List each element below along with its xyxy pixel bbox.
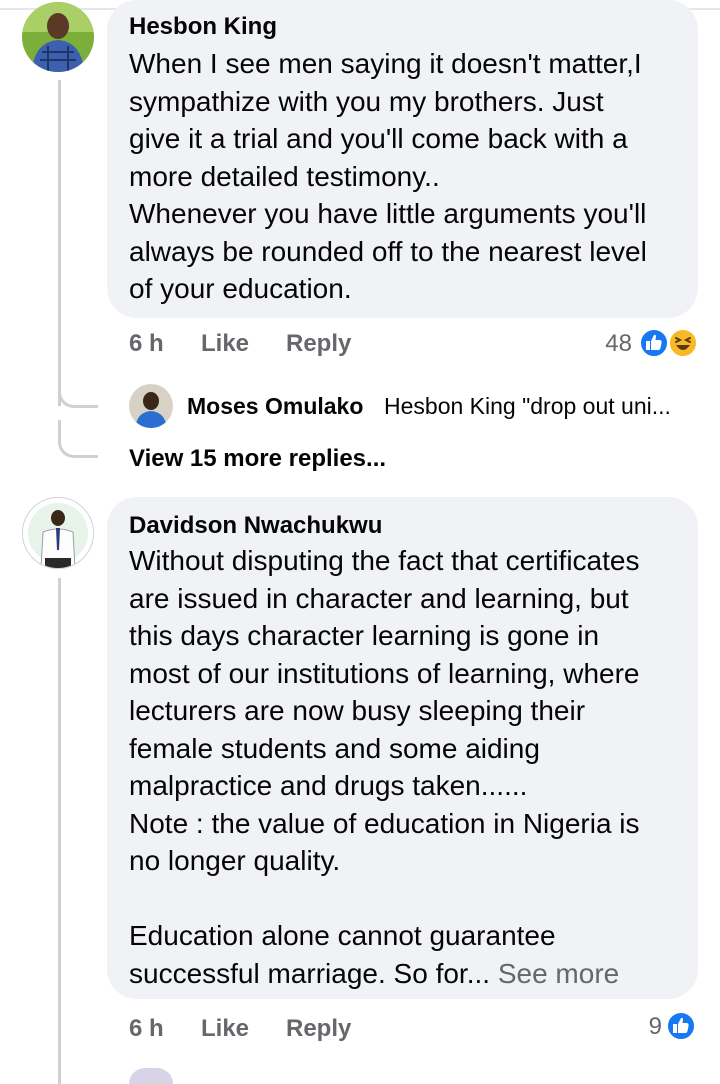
- reply-branch-connector: [58, 420, 98, 458]
- comment-timestamp[interactable]: 6 h: [129, 330, 164, 358]
- haha-icon: [668, 328, 698, 358]
- avatar-hesbon-king[interactable]: [22, 2, 94, 72]
- view-more-replies-link[interactable]: View 15 more replies...: [129, 445, 386, 473]
- like-button[interactable]: Like: [201, 330, 249, 358]
- reply-branch-connector: [58, 374, 98, 408]
- reply-snippet[interactable]: Hesbon King "drop out uni...: [384, 393, 671, 420]
- avatar-next-reply[interactable]: [129, 1068, 173, 1084]
- thread-line: [58, 80, 61, 406]
- comment-author[interactable]: Davidson Nwachukwu: [129, 512, 382, 540]
- comment-bubble[interactable]: Hesbon King When I see men saying it doe…: [107, 0, 698, 318]
- comment-bubble[interactable]: Davidson Nwachukwu Without disputing the…: [107, 497, 698, 999]
- reaction-count[interactable]: 9: [620, 1013, 662, 1041]
- reaction-count[interactable]: 48: [580, 330, 632, 358]
- like-icon: [666, 1011, 696, 1041]
- reply-button[interactable]: Reply: [286, 1015, 351, 1043]
- avatar-davidson-nwachukwu[interactable]: [22, 497, 94, 569]
- see-more-link[interactable]: See more: [498, 958, 619, 989]
- comment-timestamp[interactable]: 6 h: [129, 1015, 164, 1043]
- comment-text-body: Without disputing the fact that certific…: [129, 545, 640, 989]
- avatar-moses-omulako[interactable]: [129, 384, 173, 428]
- like-icon: [639, 328, 669, 358]
- reply-button[interactable]: Reply: [286, 330, 351, 358]
- comment-text: When I see men saying it doesn't matter,…: [129, 48, 647, 304]
- comment-author[interactable]: Hesbon King: [129, 13, 277, 41]
- like-button[interactable]: Like: [201, 1015, 249, 1043]
- comment-text: Without disputing the fact that certific…: [129, 542, 694, 992]
- reply-author[interactable]: Moses Omulako: [187, 393, 363, 420]
- thread-line: [58, 578, 61, 1084]
